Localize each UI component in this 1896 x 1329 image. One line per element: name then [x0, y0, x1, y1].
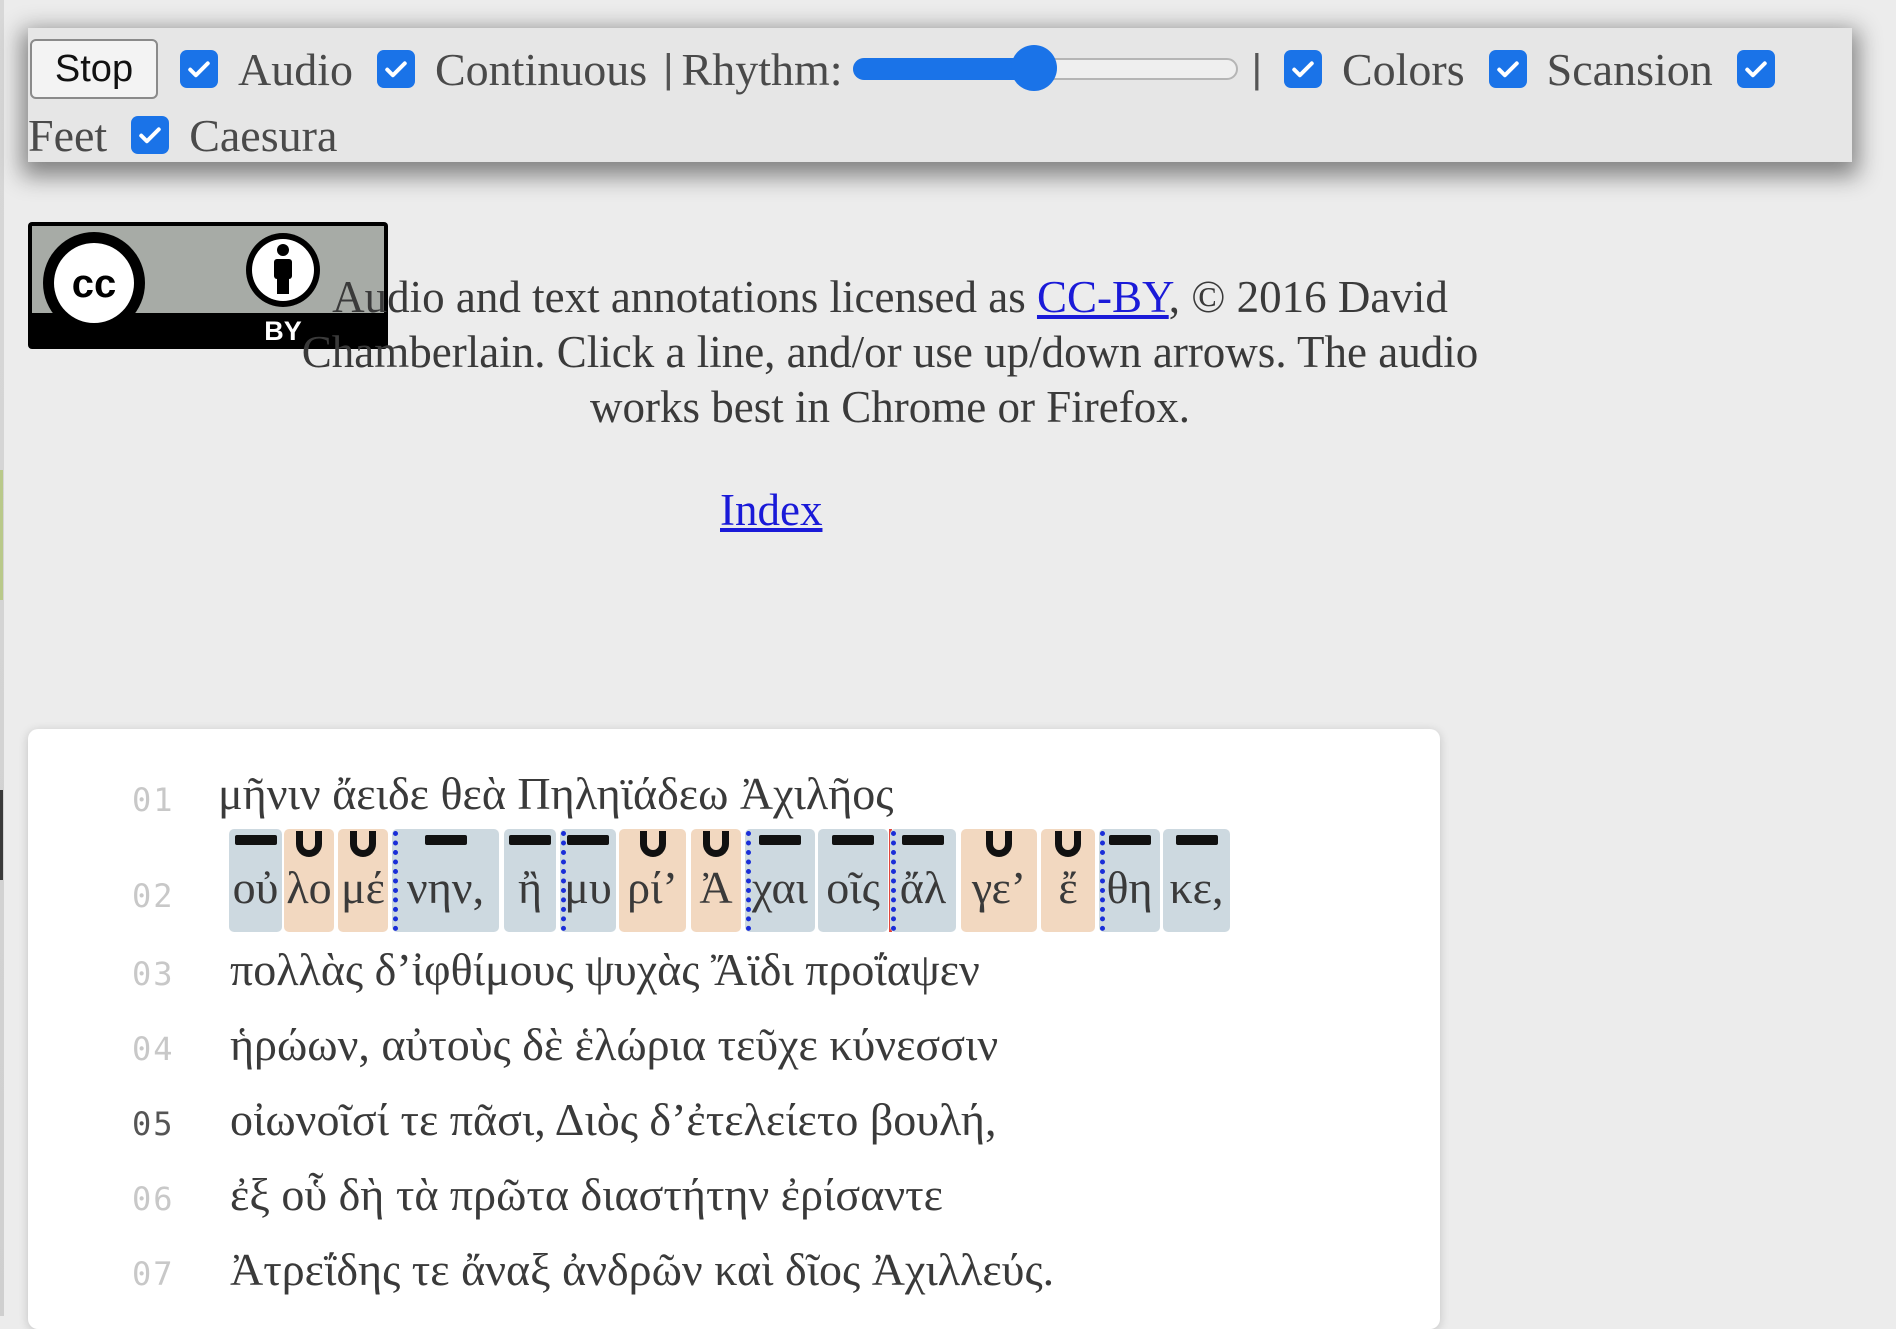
index-link[interactable]: Index [720, 484, 822, 536]
syllable-text: οῖς [826, 862, 880, 913]
syllable-text: γε’ [971, 862, 1027, 913]
toolbar-row: Stop Audio Continuous | Rhythm: | Colors… [28, 39, 1795, 99]
line-text: ἐξ οὗ δὴ τὰ πρῶτα διαστήτην ἐρίσαντε [230, 1169, 943, 1220]
syllable-text: ἄλ [899, 862, 947, 913]
syllable-text: θη [1106, 862, 1153, 913]
long-mark-icon [234, 835, 277, 845]
short-mark-icon [296, 831, 322, 857]
syllable: γε’ [961, 829, 1037, 932]
poem-line-scanned[interactable]: 02 οὐ λο μέ νην, ἢ μυ ρί’ Ἀχαι οῖς ἄλ γε’ ἔ θη κε, [28, 829, 1440, 939]
line-number: 03 [132, 955, 175, 993]
intro-prefix: Audio and text annotations licensed as [332, 272, 1037, 322]
long-mark-icon [902, 835, 944, 845]
line-text: μῆνιν ἄειδε θεὰ Πηληϊάδεω Ἀχιλῆος [218, 768, 894, 819]
slider-fill [852, 58, 1034, 80]
syllable-text: οὐ [232, 862, 279, 913]
foot-divider [561, 831, 566, 931]
svg-text:cc: cc [72, 262, 117, 306]
caesura-label: Caesura [189, 109, 338, 161]
continuous-checkbox[interactable] [377, 50, 415, 88]
audio-label: Audio [238, 43, 353, 95]
controls-toolbar: Stop Audio Continuous | Rhythm: | Colors… [28, 28, 1852, 162]
short-mark-icon [986, 831, 1012, 857]
foot-divider [891, 831, 896, 931]
syllable: Ἀ [691, 829, 741, 932]
rhythm-label: Rhythm: [681, 43, 843, 95]
line-text: οἰωνοῖσί τε πᾶσι, Διὸς δ’ἐτελείετο βουλή… [230, 1094, 997, 1145]
syllable: κε, [1163, 829, 1230, 932]
syllable: μέ [338, 829, 388, 932]
long-mark-icon [567, 835, 609, 845]
colors-label: Colors [1341, 43, 1465, 95]
cc-by-link[interactable]: CC-BY [1037, 272, 1169, 322]
feet-label: Feet [28, 109, 108, 161]
slider-thumb[interactable] [1010, 45, 1057, 91]
caesura-checkbox[interactable] [131, 116, 170, 154]
line-number: 01 [132, 781, 175, 819]
foot-divider [393, 831, 398, 931]
long-mark-icon [832, 835, 874, 845]
separator: | [663, 46, 674, 91]
line-text: ἡρώων, αὐτοὺς δὲ ἑλώρια τεῦχε κύνεσσιν [230, 1019, 999, 1070]
rhythm-slider[interactable] [852, 45, 1238, 91]
edge-marker [0, 790, 3, 880]
short-mark-icon [639, 831, 666, 857]
syllable: χαι [745, 829, 815, 932]
window-edge [0, 0, 4, 1316]
toolbar-row: Feet Caesura [28, 106, 361, 164]
edge-marker [0, 470, 3, 600]
syllable-text: Ἀ [699, 862, 733, 913]
line-text: πολλὰς δ’ἰφθίμους ψυχὰς Ἄϊδι προΐαψεν [230, 944, 980, 995]
syllable: θη [1099, 829, 1160, 932]
short-mark-icon [350, 831, 376, 857]
syllable: μυ [560, 829, 616, 932]
syllable: ἔ [1041, 829, 1095, 932]
foot-divider [746, 831, 751, 931]
syllable: νην, [392, 829, 499, 932]
long-mark-icon [509, 835, 551, 845]
separator: | [1251, 46, 1262, 91]
short-mark-icon [703, 831, 729, 857]
colors-checkbox[interactable] [1283, 50, 1322, 88]
line-number: 05 [132, 1105, 175, 1143]
syllable-text: μυ [564, 862, 612, 913]
line-number: 06 [132, 1180, 175, 1218]
feet-checkbox[interactable] [1736, 50, 1775, 88]
license-description: Audio and text annotations licensed as C… [270, 270, 1510, 435]
audio-checkbox[interactable] [180, 50, 218, 88]
syllable: λο [284, 829, 334, 932]
long-mark-icon [1108, 835, 1151, 845]
syllable-text: ἔ [1058, 862, 1078, 913]
syllable: οὐ [229, 829, 282, 932]
syllable-text: λο [286, 862, 332, 913]
syllable: ἄλ [890, 829, 956, 932]
syllable-text: νην, [406, 862, 485, 913]
syllable-text: κε, [1169, 862, 1224, 913]
syllable-text: χαι [752, 862, 808, 913]
scansion-label: Scansion [1546, 43, 1713, 95]
long-mark-icon [1175, 835, 1218, 845]
line-text: Ἀτρεΐδης τε ἄναξ ἀνδρῶν καὶ δῖος Ἀχιλλεύ… [230, 1244, 1055, 1295]
long-mark-icon [759, 835, 801, 845]
syllable: ἢ [504, 829, 556, 932]
poem-card: 01 μῆνιν ἄειδε θεὰ Πηληϊάδεω Ἀχιλῆος 02 … [28, 729, 1440, 1329]
cc-icon: cc [43, 232, 145, 334]
syllable-text: μέ [341, 862, 385, 913]
scansion-row: οὐ λο μέ νην, ἢ μυ ρί’ Ἀχαι οῖς ἄλ γε’ ἔ θη κε, [28, 829, 1440, 939]
scansion-checkbox[interactable] [1488, 50, 1527, 88]
syllable-text: ἢ [517, 862, 543, 913]
short-mark-icon [1055, 831, 1081, 857]
line-number: 07 [132, 1255, 175, 1293]
foot-divider [1100, 831, 1105, 931]
line-number: 04 [132, 1030, 175, 1068]
stop-button[interactable]: Stop [30, 39, 158, 99]
long-mark-icon [424, 835, 467, 845]
syllable: ρί’ [619, 829, 686, 932]
syllable-text: ρί’ [627, 862, 678, 913]
syllable: οῖς [818, 829, 888, 932]
continuous-label: Continuous [435, 43, 648, 95]
